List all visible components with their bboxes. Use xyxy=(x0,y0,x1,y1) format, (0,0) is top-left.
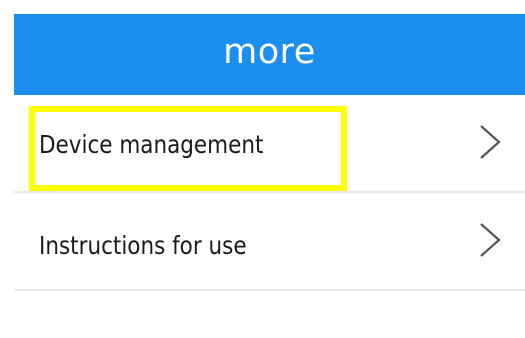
menu-item-instructions-for-use[interactable]: Instructions for use xyxy=(14,193,525,291)
chevron-right-icon xyxy=(480,223,501,257)
menu-item-label: Device management xyxy=(39,130,264,159)
header-bar: more xyxy=(14,14,525,95)
menu-list: Device management Instructions for use xyxy=(14,95,525,338)
page-title: more xyxy=(223,31,316,72)
menu-item-device-management[interactable]: Device management xyxy=(14,95,525,193)
chevron-right-icon xyxy=(480,125,501,159)
more-screen: more Device management Instructions for … xyxy=(0,0,525,338)
menu-item-label: Instructions for use xyxy=(39,231,247,260)
